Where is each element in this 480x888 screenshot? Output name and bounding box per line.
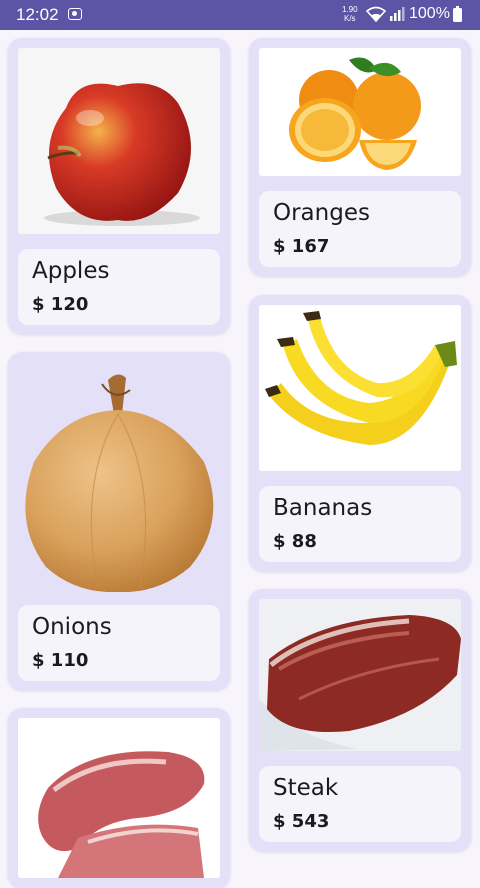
product-info: Apples $ 120: [18, 249, 220, 325]
product-name: Apples: [32, 258, 110, 284]
status-bar: 12:02 1.90 K/s 100%: [0, 0, 480, 30]
signal-icon: [390, 7, 405, 21]
status-time: 12:02: [16, 5, 59, 24]
product-name: Oranges: [273, 200, 370, 226]
pork-chop-image: [18, 718, 220, 878]
product-price: $ 167: [273, 236, 330, 257]
product-name: Steak: [273, 775, 339, 801]
product-name: Onions: [32, 614, 112, 640]
screenshot-notification-icon: [68, 8, 82, 20]
product-card-steak[interactable]: Steak $ 543: [249, 589, 471, 851]
product-card-pork-chop[interactable]: [8, 708, 230, 888]
steak-image: [259, 599, 461, 751]
product-card-onions[interactable]: Onions $ 110: [8, 352, 230, 690]
product-info: Onions $ 110: [18, 605, 220, 681]
product-price: $ 543: [273, 811, 330, 832]
network-speed-unit: K/s: [344, 14, 356, 23]
product-info: Oranges $ 167: [259, 191, 461, 267]
network-speed-value: 1.90: [342, 5, 358, 14]
battery-percent: 100%: [409, 5, 450, 22]
product-name: Bananas: [273, 495, 373, 521]
product-price: $ 110: [32, 650, 89, 671]
product-info: Steak $ 543: [259, 766, 461, 842]
product-card-bananas[interactable]: Bananas $ 88: [249, 295, 471, 571]
product-price: $ 120: [32, 294, 89, 315]
product-card-apples[interactable]: Apples $ 120: [8, 38, 230, 334]
bananas-image: [259, 305, 461, 471]
battery-icon: [453, 6, 462, 22]
apple-image: [18, 48, 220, 234]
product-price: $ 88: [273, 531, 317, 552]
product-info: Bananas $ 88: [259, 486, 461, 562]
wifi-icon: [366, 6, 386, 22]
onion-image: [18, 362, 220, 592]
network-speed: 1.90 K/s: [342, 5, 358, 23]
oranges-image: [259, 48, 461, 176]
product-card-oranges[interactable]: Oranges $ 167: [249, 38, 471, 276]
